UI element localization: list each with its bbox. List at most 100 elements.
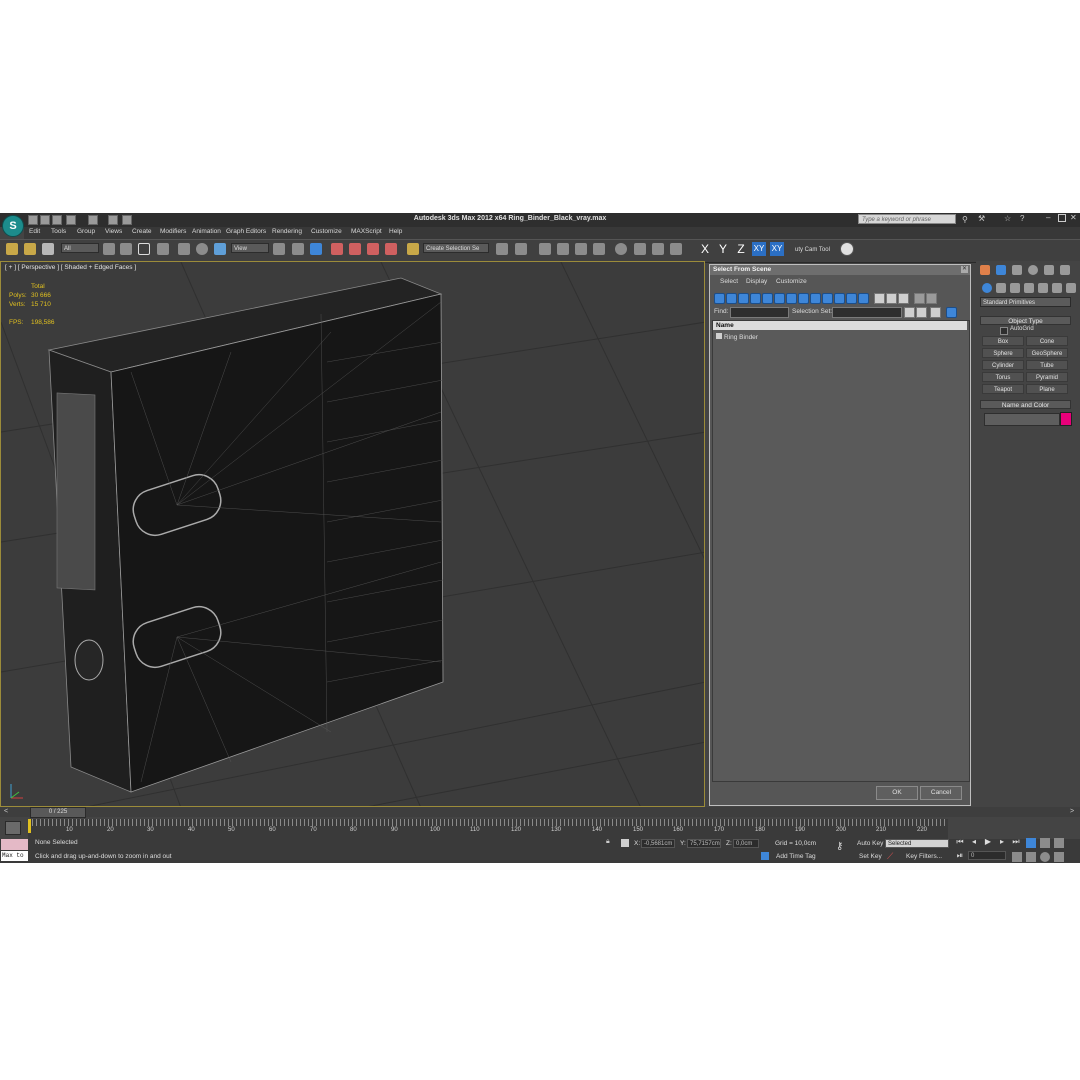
z-coordinate-field[interactable]: 0,0cm [733,839,759,848]
select-by-name-icon[interactable] [120,243,132,255]
dialog-menu-select[interactable]: Select [720,278,738,285]
selection-filter-dropdown[interactable]: All [61,243,99,253]
slider-left-arrow-icon[interactable]: < [4,808,8,815]
schematic-view-icon[interactable] [593,243,605,255]
help-icon[interactable]: ? [1020,214,1024,223]
display-invert-icon[interactable] [886,293,897,304]
object-type-rollout[interactable]: Object Type [980,316,1071,325]
binoculars-icon[interactable]: ⚲ [962,215,968,224]
torus-button[interactable]: Torus [982,372,1024,382]
cam-tool-label[interactable]: uty Cam Tool [795,247,830,253]
scene-object-list[interactable]: Name Ring Binder [712,320,970,782]
bind-to-space-warp-icon[interactable] [42,243,54,255]
pivot-center-icon[interactable] [273,243,285,255]
name-and-color-rollout[interactable]: Name and Color [980,400,1071,409]
selection-set-add-icon[interactable] [916,307,927,318]
key-mode-dropdown[interactable]: Selected [885,839,949,848]
sync-selection-icon[interactable] [898,293,909,304]
display-geometry-icon[interactable] [714,293,725,304]
minimize-icon[interactable]: – [1046,213,1050,222]
select-and-link-icon[interactable] [6,243,18,255]
default-in-out-tangent-icon[interactable]: ⟋ [887,851,893,862]
app-logo-icon[interactable]: S [2,215,24,237]
dialog-close-icon[interactable]: ✕ [961,266,968,273]
helpers-category-icon[interactable] [1038,283,1048,293]
plane-button[interactable]: Plane [1026,384,1068,394]
menu-maxscript[interactable]: MAXScript [351,228,382,235]
percent-snap-icon[interactable] [367,243,379,255]
save-file-icon[interactable] [52,215,62,225]
track-bar[interactable] [28,819,948,839]
menu-rendering[interactable]: Rendering [272,228,302,235]
hierarchy-tab-icon[interactable] [1012,265,1022,275]
display-space-warps-icon[interactable] [774,293,785,304]
menu-modifiers[interactable]: Modifiers [160,228,186,235]
space-warps-category-icon[interactable] [1052,283,1062,293]
display-frozen-icon[interactable] [834,293,845,304]
material-editor-icon[interactable] [615,243,627,255]
current-frame-field[interactable]: 0 [968,851,1006,860]
go-to-start-icon[interactable]: ⏮ [955,837,965,846]
selection-set-edit-icon[interactable] [904,307,915,318]
select-and-manipulate-icon[interactable] [292,243,304,255]
go-to-end-icon[interactable]: ⏭ [1011,837,1021,846]
undo-icon[interactable] [66,215,76,225]
unlink-selection-icon[interactable] [24,243,36,255]
absolute-mode-icon[interactable] [621,839,629,847]
pyramid-button[interactable]: Pyramid [1026,372,1068,382]
select-and-scale-icon[interactable] [214,243,226,255]
maxscript-listener-mini[interactable] [1,839,28,850]
tube-button[interactable]: Tube [1026,360,1068,370]
teapot-button[interactable]: Teapot [982,384,1024,394]
graphite-modeling-icon[interactable] [557,243,569,255]
communication-center-icon[interactable]: ⚒ [978,214,985,223]
pan-view-icon[interactable] [1026,852,1036,862]
selection-set-remove-icon[interactable] [930,307,941,318]
maximize-icon[interactable] [1058,214,1066,222]
dialog-menu-customize[interactable]: Customize [776,278,807,285]
object-category-dropdown[interactable]: Standard Primitives [980,297,1071,307]
x-coordinate-field[interactable]: -0,5681cm [641,839,675,848]
curve-editor-icon[interactable] [575,243,587,255]
geosphere-button[interactable]: GeoSphere [1026,348,1068,358]
zoom-icon[interactable] [1040,838,1050,848]
display-lights-icon[interactable] [738,293,749,304]
autogrid-checkbox[interactable] [1000,327,1008,335]
display-shapes-icon[interactable] [726,293,737,304]
menu-graph-editors[interactable]: Graph Editors [226,228,266,235]
time-slider[interactable]: 0 / 225 [30,807,86,818]
display-all-icon[interactable] [858,293,869,304]
create-tab-icon[interactable] [980,265,990,275]
auto-key-button[interactable]: Auto Key [857,840,883,847]
key-icon[interactable]: ⚷ [836,841,843,852]
add-time-tag-label[interactable]: Add Time Tag [776,853,816,860]
render-setup-icon[interactable] [634,243,646,255]
angle-snap-icon[interactable] [349,243,361,255]
display-xrefs-icon[interactable] [798,293,809,304]
lock-selection-icon[interactable]: 🔒︎ [606,838,610,846]
window-crossing-icon[interactable] [157,243,169,255]
layer-manager-icon[interactable] [539,243,551,255]
maxscript-input[interactable]: Max to [1,851,28,861]
field-of-view-icon[interactable] [1012,852,1022,862]
zoom-all-icon[interactable] [1054,838,1064,848]
rectangular-selection-icon[interactable] [138,243,150,255]
axis-y-button[interactable]: Y [716,242,730,256]
menu-group[interactable]: Group [77,228,95,235]
cancel-button[interactable]: Cancel [920,786,962,800]
favorites-star-icon[interactable]: ☆ [1004,214,1011,223]
object-color-swatch[interactable] [1060,412,1072,426]
find-input[interactable] [730,307,789,318]
zoom-extents-all-icon[interactable] [1026,838,1036,848]
sphere-button[interactable]: Sphere [982,348,1024,358]
close-icon[interactable]: ✕ [1070,213,1077,222]
ok-button[interactable]: OK [876,786,918,800]
axis-z-button[interactable]: Z [734,242,748,256]
dialog-menu-display[interactable]: Display [746,278,767,285]
key-filters-button[interactable]: Key Filters... [906,853,942,860]
menu-customize[interactable]: Customize [311,228,342,235]
display-cameras-icon[interactable] [750,293,761,304]
time-tag-icon[interactable] [761,852,769,860]
column-header-name[interactable]: Name [713,321,967,330]
align-icon[interactable] [515,243,527,255]
